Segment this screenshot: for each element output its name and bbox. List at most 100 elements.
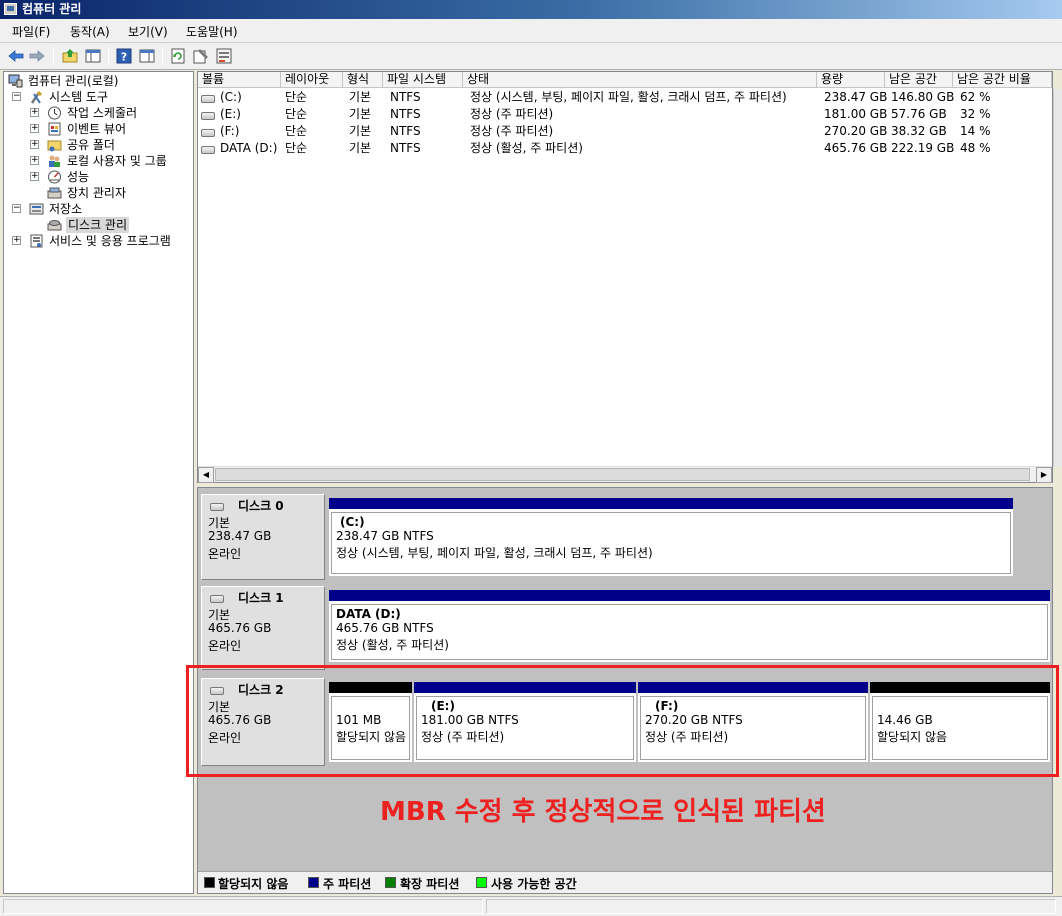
expand-toggle[interactable]: + [30,124,39,133]
scroll-thumb[interactable] [215,468,1030,481]
volume-file-system: NTFS [390,124,421,138]
volume-free-space: 57.76 GB [891,107,947,121]
disk-management-icon [47,218,62,232]
collapse-toggle[interactable]: − [12,92,21,101]
tools-icon [29,90,44,104]
legend-label-unallocated: 할당되지 않음 [218,877,289,891]
volume-status: 정상 (활성, 주 파티션) [470,141,583,155]
toolbar: ? [0,43,1062,70]
volume-capacity: 270.20 GB [824,124,888,138]
volume-file-system: NTFS [390,141,421,155]
refresh-icon[interactable] [170,48,186,64]
partition-bar [329,498,1013,509]
disk-icon [210,595,224,603]
title-bar: 컴퓨터 관리 [0,0,1062,19]
disk-info-0[interactable]: 디스크 0 기본 238.47 GB 온라인 [201,494,325,580]
volume-status: 정상 (시스템, 부팅, 페이지 파일, 활성, 크래시 덤프, 주 파티션) [470,90,787,104]
vertical-scrollbar[interactable] [1053,89,1062,466]
status-bar [0,896,1062,916]
volume-percent-free: 48 % [960,141,991,155]
expand-toggle[interactable]: + [12,236,21,245]
horizontal-scrollbar[interactable]: ◀ ▶ [198,466,1052,483]
expand-toggle[interactable]: + [30,156,39,165]
highlight-box [186,665,1059,777]
volume-list: 볼륨 레이아웃 형식 파일 시스템 상태 용량 남은 공간 남은 공간 비율 (… [197,71,1053,483]
menu-action[interactable]: 동작(A) [70,23,110,40]
help-icon[interactable]: ? [116,48,132,64]
properties-icon[interactable] [193,48,209,64]
volume-name: (E:) [220,107,241,121]
column-header-free-space[interactable]: 남은 공간 [885,72,953,88]
drive-icon [201,112,215,120]
show-hide-tree-icon[interactable] [85,48,101,64]
menu-file[interactable]: 파일(F) [12,23,50,40]
partition-bar [329,590,1050,601]
back-arrow-icon[interactable] [8,48,24,64]
partition-status: 정상 (시스템, 부팅, 페이지 파일, 활성, 크래시 덤프, 주 파티션) [336,546,653,560]
volume-name: (F:) [220,124,240,138]
volume-status: 정상 (주 파티션) [470,124,554,138]
legend-swatch-unallocated [204,877,215,888]
expand-toggle[interactable]: + [30,108,39,117]
volume-status: 정상 (주 파티션) [470,107,554,121]
show-hide-action-pane-icon[interactable] [139,48,155,64]
disk-icon [210,503,224,511]
disk-title: 디스크 0 [238,499,284,513]
forward-arrow-icon[interactable] [29,48,45,64]
navigation-tree: 컴퓨터 관리(로컬) − 시스템 도구 + 작업 스케줄러 + 이벤트 뷰어 +… [3,71,194,894]
up-folder-icon[interactable] [62,48,78,64]
column-header-status[interactable]: 상태 [463,72,817,88]
legend-swatch-free [476,877,487,888]
drive-icon [201,146,215,154]
status-panel-2 [486,899,1056,914]
shared-folder-icon [47,138,62,152]
legend-swatch-extended [385,877,396,888]
computer-management-icon [8,74,23,88]
volume-layout: 단순 [285,124,308,138]
event-viewer-icon [47,122,62,136]
device-manager-icon [47,186,62,200]
legend-swatch-primary [308,877,319,888]
annotation-text: MBR 수정 후 정상적으로 인식된 파티션 [380,797,826,827]
volume-type: 기본 [349,90,372,104]
partition-size: 465.76 GB NTFS [336,621,434,635]
storage-icon [29,202,44,216]
scroll-right-button[interactable]: ▶ [1036,467,1052,483]
status-panel-1 [3,899,483,914]
volume-free-space: 38.32 GB [891,124,947,138]
menu-view[interactable]: 보기(V) [128,23,168,40]
volume-percent-free: 62 % [960,90,991,104]
clock-icon [47,106,62,120]
volume-layout: 단순 [285,107,308,121]
column-header-file-system[interactable]: 파일 시스템 [383,72,463,88]
volume-free-space: 222.19 GB [891,141,955,155]
volume-type: 기본 [349,107,372,121]
disk-row-0: 디스크 0 기본 238.47 GB 온라인 (C:) 238.47 GB NT… [199,492,1051,582]
partition-d[interactable]: DATA (D:) 465.76 GB NTFS 정상 (활성, 주 파티션) [329,590,1050,662]
disk-size: 238.47 GB [208,529,272,543]
partition-name: (C:) [340,515,365,529]
partition-body: (C:) 238.47 GB NTFS 정상 (시스템, 부팅, 페이지 파일,… [331,512,1011,574]
disk-info-1[interactable]: 디스크 1 기본 465.76 GB 온라인 [201,586,325,670]
expand-toggle[interactable]: + [30,172,39,181]
legend-bar: 할당되지 않음 주 파티션 확장 파티션 사용 가능한 공간 [198,871,1052,893]
column-header-volume[interactable]: 볼륨 [198,72,281,88]
menu-help[interactable]: 도움말(H) [186,23,238,40]
services-icon [29,234,44,248]
partition-c[interactable]: (C:) 238.47 GB NTFS 정상 (시스템, 부팅, 페이지 파일,… [329,498,1013,576]
column-header-layout[interactable]: 레이아웃 [281,72,343,88]
volume-capacity: 181.00 GB [824,107,888,121]
volume-percent-free: 14 % [960,124,991,138]
export-icon[interactable] [216,48,232,64]
expand-toggle[interactable]: + [30,140,39,149]
drive-icon [201,95,215,103]
legend-label-primary: 주 파티션 [323,877,372,891]
column-header-percent-free[interactable]: 남은 공간 비율 [953,72,1052,88]
scroll-left-button[interactable]: ◀ [198,467,214,483]
column-header-capacity[interactable]: 용량 [817,72,885,88]
partition-size: 238.47 GB NTFS [336,529,434,543]
column-header-type[interactable]: 형식 [343,72,383,88]
volume-type: 기본 [349,124,372,138]
collapse-toggle[interactable]: − [12,204,21,213]
volume-name: DATA (D:) [220,141,278,155]
